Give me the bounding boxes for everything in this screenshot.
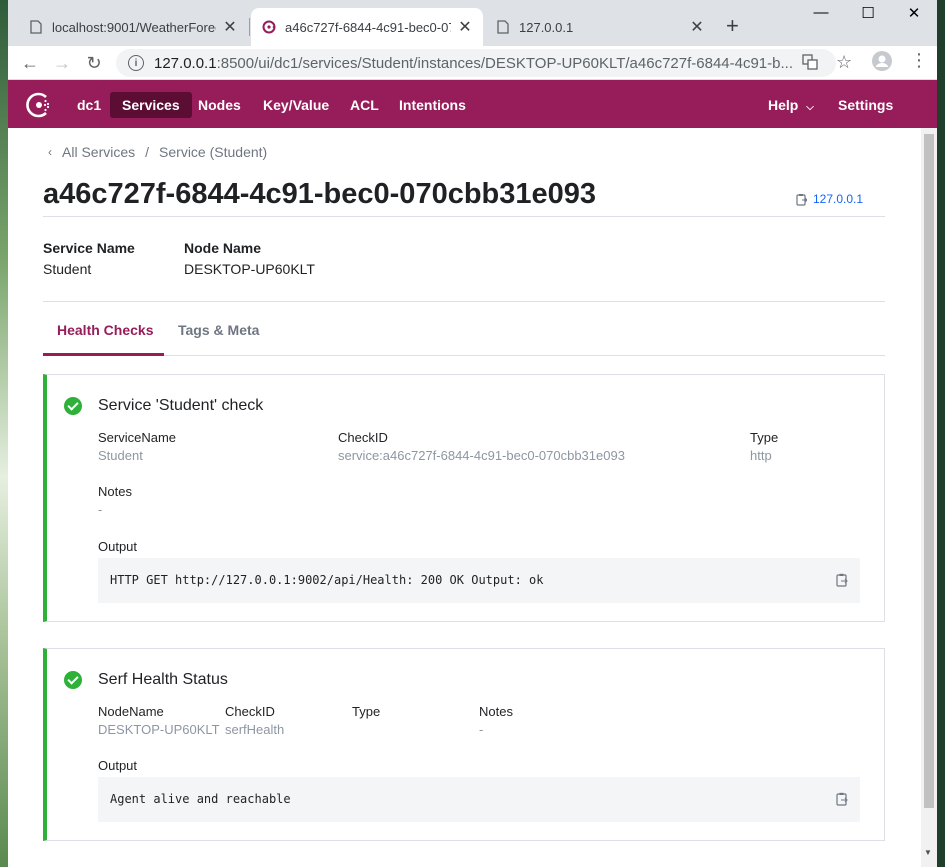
close-icon[interactable]: ✕	[457, 17, 473, 37]
url-path: :8500/ui/dc1/services/Student/instances/…	[216, 54, 793, 72]
nav-intentions[interactable]: Intentions	[387, 92, 478, 118]
check-passing-icon	[64, 397, 82, 415]
field-label: Type	[750, 430, 779, 445]
node-name-label: Node Name	[184, 240, 262, 256]
tab-separator	[249, 18, 250, 36]
copy-icon[interactable]	[836, 792, 848, 806]
field-label: Type	[352, 704, 381, 719]
service-name-value: Student	[43, 261, 92, 277]
field-value: -	[479, 722, 484, 737]
browser-tab-weather[interactable]: localhost:9001/WeatherForec ✕	[18, 8, 248, 46]
page-icon	[28, 19, 44, 35]
output-box: Agent alive and reachable	[98, 777, 860, 822]
field-label: Notes	[98, 484, 132, 499]
output-text: Agent alive and reachable	[110, 792, 291, 806]
field-label: ServiceName	[98, 430, 177, 445]
nav-key-value[interactable]: Key/Value	[251, 92, 341, 118]
window-close-icon[interactable]: ✕	[891, 4, 937, 22]
field-value: DESKTOP-UP60KLT	[98, 722, 220, 737]
address-copy-button[interactable]: 127.0.0.1	[796, 192, 863, 206]
scroll-down-arrow-icon[interactable]: ▼	[924, 848, 932, 857]
output-label: Output	[98, 539, 138, 554]
tab-title: localhost:9001/WeatherForec	[52, 19, 216, 35]
output-label: Output	[98, 758, 138, 773]
consul-favicon-icon	[261, 19, 277, 35]
desktop-background	[0, 0, 8, 867]
info-icon[interactable]: i	[128, 55, 144, 71]
field-label: NodeName	[98, 704, 164, 719]
detail-tabs: Health Checks Tags & Meta	[43, 302, 885, 356]
copy-icon[interactable]	[836, 573, 848, 587]
divider	[43, 216, 885, 217]
check-passing-icon	[64, 671, 82, 689]
check-title: Service 'Student' check	[98, 397, 264, 414]
browser-tab-consul[interactable]: a46c727f-6844-4c91-bec0-07 ✕	[251, 8, 483, 46]
tab-title: 127.0.0.1	[519, 19, 574, 35]
page-icon	[495, 19, 511, 35]
field-value: service:a46c727f-6844-4c91-bec0-070cbb31…	[338, 448, 625, 463]
consul-top-nav: dc1 Services Nodes Key/Value ACL Intenti…	[8, 80, 937, 128]
new-tab-button[interactable]: +	[726, 13, 739, 39]
field-label: CheckID	[338, 430, 388, 445]
main-content: ‹ All Services / Service (Student) a46c7…	[8, 128, 921, 867]
back-arrow-icon[interactable]: ←	[18, 51, 42, 75]
field-value: http	[750, 448, 772, 463]
output-box: HTTP GET http://127.0.0.1:9002/api/Healt…	[98, 558, 860, 603]
reload-icon[interactable]: ↻	[82, 51, 106, 75]
check-title: Serf Health Status	[98, 671, 228, 688]
address-bar[interactable]: i 127.0.0.1 :8500/ui/dc1/services/Studen…	[116, 49, 836, 77]
nav-services[interactable]: Services	[110, 92, 192, 118]
browser-toolbar: ← → ↻ i 127.0.0.1 :8500/ui/dc1/services/…	[8, 46, 937, 80]
help-label: Help	[768, 97, 799, 113]
breadcrumb-separator: /	[145, 144, 150, 160]
menu-dots-icon[interactable]: ⋮	[910, 50, 928, 71]
nav-datacenter-dc1[interactable]: dc1	[65, 92, 113, 118]
consul-logo-icon[interactable]	[26, 91, 54, 119]
browser-tab-localhost[interactable]: 127.0.0.1 ✕	[485, 8, 715, 46]
tab-title: a46c727f-6844-4c91-bec0-07	[285, 19, 451, 35]
browser-window: localhost:9001/WeatherForec ✕ a46c727f-6…	[8, 0, 937, 867]
page-title: a46c727f-6844-4c91-bec0-070cbb31e093	[43, 178, 597, 210]
breadcrumb-all-services[interactable]: All Services	[62, 144, 135, 160]
clipboard-icon	[796, 193, 807, 206]
nav-settings[interactable]: Settings	[826, 92, 905, 118]
forward-arrow-icon[interactable]: →	[50, 51, 74, 75]
field-value: -	[98, 502, 103, 517]
close-icon[interactable]: ✕	[222, 17, 238, 37]
close-icon[interactable]: ✕	[689, 17, 705, 37]
breadcrumb-service[interactable]: Service (Student)	[159, 144, 267, 160]
node-name-value: DESKTOP-UP60KLT	[184, 261, 315, 277]
desktop-background-right	[937, 0, 945, 867]
tab-health-checks[interactable]: Health Checks	[57, 322, 153, 338]
service-name-label: Service Name	[43, 240, 135, 256]
address-value: 127.0.0.1	[813, 192, 864, 206]
url-host: 127.0.0.1	[154, 54, 217, 72]
field-label: Notes	[479, 704, 513, 719]
nav-acl[interactable]: ACL	[338, 92, 391, 118]
scrollbar-thumb[interactable]	[924, 134, 934, 808]
field-value: Student	[98, 448, 143, 463]
chevron-down-icon: ⌵	[806, 102, 814, 113]
page-scrollbar[interactable]: ▼	[921, 128, 937, 867]
chevron-left-icon: ‹	[48, 145, 52, 159]
output-text: HTTP GET http://127.0.0.1:9002/api/Healt…	[110, 573, 544, 587]
tab-strip: localhost:9001/WeatherForec ✕ a46c727f-6…	[8, 0, 937, 46]
minimize-icon[interactable]: —	[798, 4, 844, 21]
health-check-card: Serf Health Status NodeName DESKTOP-UP60…	[43, 648, 885, 841]
nav-nodes[interactable]: Nodes	[186, 92, 253, 118]
health-check-card: Service 'Student' check ServiceName Stud…	[43, 374, 885, 622]
translate-icon[interactable]	[802, 54, 818, 74]
nav-help[interactable]: Help ⌵	[756, 92, 826, 118]
profile-avatar-icon[interactable]	[872, 51, 892, 75]
breadcrumb: ‹ All Services / Service (Student)	[48, 144, 267, 160]
tab-tags-meta[interactable]: Tags & Meta	[178, 322, 259, 338]
field-value: serfHealth	[225, 722, 285, 737]
field-label: CheckID	[225, 704, 275, 719]
maximize-icon[interactable]: ☐	[845, 4, 891, 22]
bookmark-star-icon[interactable]: ☆	[836, 52, 852, 73]
active-tab-indicator	[43, 353, 164, 356]
